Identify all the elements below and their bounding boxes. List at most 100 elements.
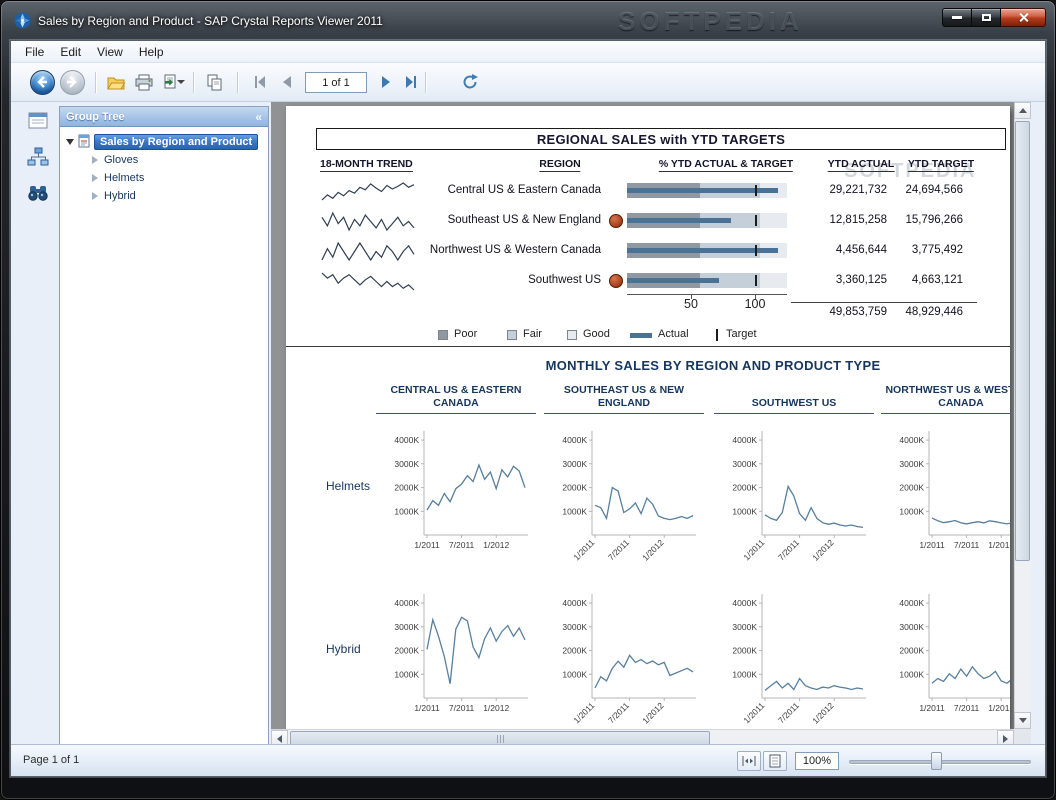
next-page-button[interactable] [373,69,399,95]
export-dropdown-button[interactable] [175,69,187,95]
svg-text:7/2011: 7/2011 [776,700,801,725]
svg-text:1000K: 1000K [899,669,924,679]
svg-text:2000K: 2000K [562,483,587,493]
svg-text:1000K: 1000K [394,506,419,516]
tree-item-label[interactable]: Gloves [104,154,138,166]
svg-text:4000K: 4000K [562,598,587,608]
zoom-slider-thumb[interactable] [931,752,942,770]
axis-label-100: 100 [745,297,766,311]
tree-item-gloves[interactable]: Gloves [64,151,264,169]
fit-page-icon [769,754,781,768]
bullet-chart [627,213,787,228]
tree-collapse-icon[interactable] [92,174,98,182]
forward-icon [60,70,85,95]
page-number-box[interactable]: 1 of 1 [305,72,367,93]
side-tab-strip [19,108,57,206]
svg-text:1/2011: 1/2011 [919,540,945,550]
bullet-chart [627,183,787,198]
toolbar: 1 of 1 [11,63,1045,102]
svg-text:1/2012: 1/2012 [483,703,509,713]
close-button[interactable] [1001,8,1046,27]
refresh-button[interactable] [457,69,483,95]
svg-text:4000K: 4000K [394,598,419,608]
menu-view[interactable]: View [89,43,131,61]
col-header-ytd-target: YTD TARGET [908,158,974,172]
zoom-slider[interactable] [849,751,1031,771]
previous-page-button[interactable] [273,69,299,95]
svg-text:1/2012: 1/2012 [810,700,836,726]
svg-text:1/2011: 1/2011 [741,700,766,725]
region-label: Central US & Eastern Canada [426,184,601,196]
print-button[interactable] [131,69,157,95]
below-target-marker [609,274,623,288]
legend-label-good: Good [583,328,610,340]
mini-chart-hybrid-central: 4000K3000K2000K1000K1/20117/20111/2012 [390,586,542,724]
first-page-button[interactable] [247,69,273,95]
fit-width-button[interactable] [737,751,761,771]
back-button[interactable] [29,69,55,95]
tree-item-hybrid[interactable]: Hybrid [64,187,264,205]
group-tree-tab[interactable] [24,144,52,170]
menu-help[interactable]: Help [131,43,172,61]
vertical-scrollbar[interactable] [1014,102,1031,729]
ytd-target-value: 24,694,566 [865,184,963,196]
parameter-panel-tab[interactable] [24,108,52,134]
last-page-button[interactable] [397,69,423,95]
maximize-button[interactable] [972,8,1001,27]
vertical-scroll-thumb[interactable] [1015,121,1030,561]
svg-text:1000K: 1000K [899,506,924,516]
tree-item-label[interactable]: Hybrid [104,190,136,202]
toolbar-separator [237,72,238,93]
svg-text:7/2011: 7/2011 [954,703,980,713]
statusbar: Page 1 of 1 100% [11,744,1045,776]
scroll-up-button[interactable] [1014,102,1031,119]
svg-text:4000K: 4000K [899,598,924,608]
refresh-icon [461,73,479,91]
scroll-down-button[interactable] [1014,712,1031,729]
collapse-panel-button[interactable]: « [255,110,262,124]
bullet-chart [627,273,787,288]
svg-text:3000K: 3000K [394,622,419,632]
copy-icon [206,74,223,91]
fit-page-button[interactable] [763,751,787,771]
printer-icon [135,74,153,91]
mini-chart-helmets-central: 4000K3000K2000K1000K1/20117/20111/2012 [390,423,542,561]
forward-button[interactable] [59,69,85,95]
first-page-icon [253,75,268,89]
svg-text:1/2012: 1/2012 [988,703,1010,713]
menu-edit[interactable]: Edit [52,43,89,61]
svg-text:2000K: 2000K [394,646,419,656]
svg-text:1000K: 1000K [394,669,419,679]
svg-text:4000K: 4000K [732,598,757,608]
tree-collapse-icon[interactable] [92,192,98,200]
svg-text:2000K: 2000K [899,483,924,493]
mini-chart-helmets-southeast: 4000K3000K2000K1000K1/20117/20111/2012 [558,423,710,561]
svg-text:1/2011: 1/2011 [571,700,596,725]
mini-chart-hybrid-northwest: 4000K3000K2000K1000K1/20117/20111/2012 [895,586,1010,724]
tree-item-helmets[interactable]: Helmets [64,169,264,187]
copy-button[interactable] [201,69,227,95]
svg-text:4000K: 4000K [562,435,587,445]
minimize-button[interactable] [942,8,972,27]
tree-expand-icon[interactable] [66,139,74,145]
window-title: Sales by Region and Product - SAP Crysta… [38,14,383,28]
section-divider [286,346,1010,347]
legend-swatch-actual [630,333,652,338]
svg-text:7/2011: 7/2011 [954,540,980,550]
grid-col-header: SOUTHEAST US & NEW ENGLAND [544,378,704,414]
find-tab[interactable] [24,180,52,206]
tree-item-label[interactable]: Sales by Region and Product [94,134,258,150]
previous-page-icon [279,75,294,89]
tree-item-label[interactable]: Helmets [104,172,144,184]
zoom-value-box[interactable]: 100% [795,752,839,770]
legend-swatch-good [567,330,577,340]
trend-sparkline [320,268,416,294]
tree-item-root[interactable]: Sales by Region and Product [64,133,264,151]
menu-file[interactable]: File [17,43,52,61]
svg-text:1/2011: 1/2011 [919,703,945,713]
open-button[interactable] [103,69,129,95]
tree-collapse-icon[interactable] [92,156,98,164]
svg-text:3000K: 3000K [562,459,587,469]
svg-text:4000K: 4000K [899,435,924,445]
titlebar[interactable]: SOFTPEDIA Sales by Region and Product - … [0,0,1056,40]
